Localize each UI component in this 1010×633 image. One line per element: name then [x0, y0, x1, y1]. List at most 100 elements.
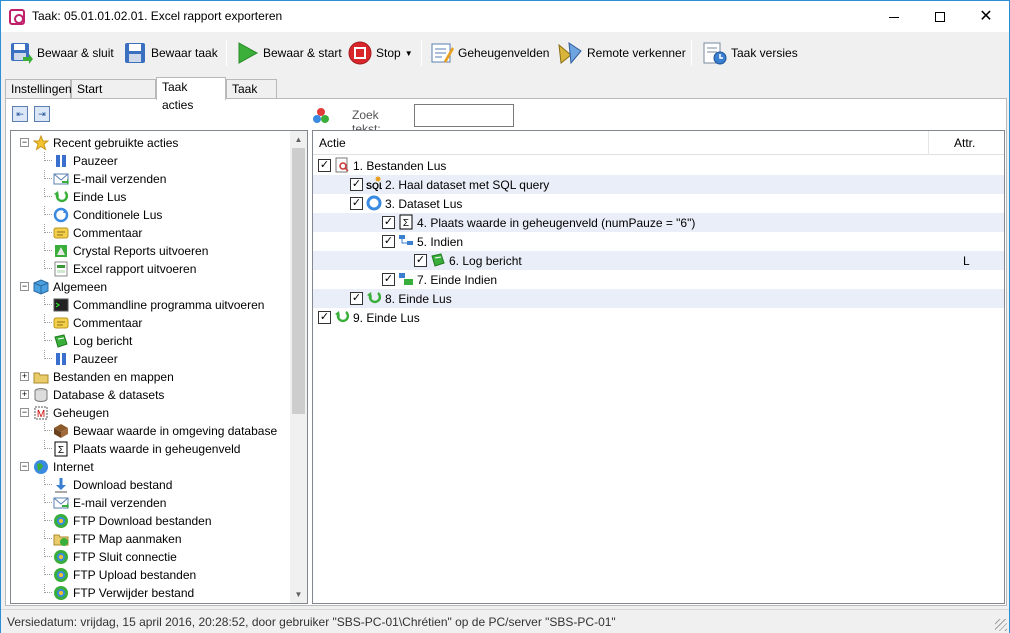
stop-button[interactable]: Stop ▼ — [348, 38, 413, 68]
tree-node[interactable]: Commentaar — [53, 224, 142, 242]
column-header-action[interactable]: Actie — [313, 131, 928, 155]
tree-node[interactable]: Database & datasets — [33, 386, 164, 404]
action-row[interactable]: ✓SQL2. Haal dataset met SQL query — [313, 175, 1004, 194]
action-label: 2. Haal dataset met SQL query — [385, 178, 550, 192]
scroll-thumb[interactable] — [292, 148, 305, 414]
save-task-label: Bewaar taak — [151, 46, 218, 60]
tree-node[interactable]: E-mail verzenden — [53, 494, 166, 512]
tree-node[interactable]: Pauzeer — [53, 350, 118, 368]
tree-node[interactable]: FTP Download bestanden — [53, 512, 212, 530]
memory-fields-button[interactable]: Geheugenvelden — [430, 38, 549, 68]
tree-connector — [44, 206, 52, 215]
collapse-all-button[interactable]: ⇤ — [12, 106, 28, 122]
action-row[interactable]: ✓ 1. Bestanden Lus — [313, 156, 1004, 175]
action-tree: Recent gebruikte acties − Pauzeer E-mail ve… — [10, 130, 308, 604]
maximize-button[interactable] — [917, 1, 963, 32]
tab-instellingen[interactable]: Instellingen — [5, 79, 72, 99]
save-start-button[interactable]: Bewaar & start — [235, 38, 342, 68]
tree-node[interactable]: Excel rapport uitvoeren — [53, 260, 196, 278]
dropdown-arrow-icon[interactable]: ▼ — [405, 49, 413, 58]
action-row[interactable]: ✓ 3. Dataset Lus — [313, 194, 1004, 213]
action-row[interactable]: ✓ 5. Indien — [313, 232, 1004, 251]
globe-icon — [33, 459, 49, 475]
resize-grip[interactable] — [995, 619, 1007, 631]
tree-node[interactable]: Einde Lus — [53, 188, 126, 206]
tree-node[interactable]: Crystal Reports uitvoeren — [53, 242, 208, 260]
svg-text:Σ: Σ — [403, 218, 409, 229]
expand-icon[interactable]: + — [20, 390, 29, 399]
tree-connector — [44, 296, 52, 305]
tree-node[interactable]: M Geheugen — [33, 404, 109, 422]
save-task-button[interactable]: Bewaar taak — [123, 38, 218, 68]
scroll-up-icon[interactable]: ▲ — [290, 131, 307, 148]
tree-node[interactable]: Conditionele Lus — [53, 206, 162, 224]
action-enabled-checkbox[interactable]: ✓ — [350, 178, 363, 191]
collapse-icon[interactable]: − — [20, 408, 29, 417]
svg-text:M: M — [37, 409, 45, 420]
loop-end-icon — [366, 290, 382, 306]
tree-node[interactable]: FTP Map aanmaken — [53, 530, 182, 548]
collapse-icon[interactable]: − — [20, 138, 29, 147]
tree-node[interactable]: Pauzeer — [53, 152, 118, 170]
tab-start-momenten[interactable]: Start momenten — [71, 79, 156, 114]
filter-icon[interactable] — [312, 107, 330, 125]
action-enabled-checkbox[interactable]: ✓ — [318, 159, 331, 172]
tree-node-label: Commentaar — [73, 316, 143, 330]
save-close-button[interactable]: Bewaar & sluit — [9, 38, 114, 68]
tree-node[interactable]: E-mail verzenden — [53, 170, 166, 188]
tree-node[interactable]: Commandline programma uitvoeren — [53, 296, 264, 314]
tree-node[interactable]: Bewaar waarde in omgeving database — [53, 422, 277, 440]
tab-taak-acties[interactable]: Taak acties — [156, 77, 226, 112]
column-header-attr[interactable]: Attr. — [948, 131, 1004, 155]
ftp-icon — [53, 549, 69, 565]
loop-end-icon — [334, 309, 350, 325]
action-row[interactable]: ✓ 7. Einde Indien — [313, 270, 1004, 289]
tree-scrollbar[interactable]: ▲ ▼ — [290, 131, 307, 603]
action-row[interactable]: ✓ Σ 4. Plaats waarde in geheugenveld (numP… — [313, 213, 1004, 232]
tree-node-label: Excel rapport uitvoeren — [73, 262, 197, 276]
action-row[interactable]: ✓ 6. Log bericht L — [313, 251, 1004, 270]
tree-node[interactable]: Log bericht — [53, 332, 132, 350]
loop-end-icon — [53, 189, 69, 205]
tree-node-label: Bestanden en mappen — [53, 370, 174, 384]
action-row[interactable]: ✓ 8. Einde Lus — [313, 289, 1004, 308]
action-enabled-checkbox[interactable]: ✓ — [414, 254, 427, 267]
tree-node[interactable]: Commentaar — [53, 314, 142, 332]
pause-icon — [53, 153, 69, 169]
app-icon — [9, 9, 25, 25]
tree-connector — [44, 566, 52, 575]
toolbar-separator — [691, 40, 692, 66]
tree-node[interactable]: FTP Verwijder bestand — [53, 584, 194, 602]
action-enabled-checkbox[interactable]: ✓ — [350, 292, 363, 305]
action-enabled-checkbox[interactable]: ✓ — [382, 216, 395, 229]
action-enabled-checkbox[interactable]: ✓ — [350, 197, 363, 210]
collapse-icon[interactable]: − — [20, 282, 29, 291]
tree-node[interactable]: Σ Plaats waarde in geheugenveld — [53, 440, 240, 458]
tree-node[interactable]: Internet — [33, 458, 94, 476]
email-icon — [53, 171, 69, 187]
tab-taak-log[interactable]: Taak log — [226, 79, 277, 114]
action-enabled-checkbox[interactable]: ✓ — [382, 235, 395, 248]
action-enabled-checkbox[interactable]: ✓ — [382, 273, 395, 286]
collapse-icon[interactable]: − — [20, 462, 29, 471]
tree-node[interactable]: Download bestand — [53, 476, 172, 494]
expand-icon[interactable]: + — [20, 372, 29, 381]
tree-connector — [44, 170, 52, 179]
tree-connector — [44, 548, 52, 557]
tree-node[interactable]: Bestanden en mappen — [33, 368, 174, 386]
stop-label: Stop — [376, 46, 401, 60]
tree-node[interactable]: FTP Upload bestanden — [53, 566, 196, 584]
action-row[interactable]: ✓ 9. Einde Lus — [313, 308, 1004, 327]
task-versions-button[interactable]: Taak versies — [701, 38, 798, 68]
scroll-down-icon[interactable]: ▼ — [290, 586, 307, 603]
close-button[interactable]: ✕ — [963, 1, 1009, 32]
action-enabled-checkbox[interactable]: ✓ — [318, 311, 331, 324]
expand-all-button[interactable]: ⇥ — [34, 106, 50, 122]
search-input[interactable] — [414, 104, 514, 127]
crystal-reports-icon — [53, 243, 69, 259]
tree-node[interactable]: Recent gebruikte acties — [32, 134, 178, 152]
minimize-button[interactable] — [871, 1, 917, 32]
tree-node[interactable]: Algemeen — [33, 278, 107, 296]
remote-explorer-button[interactable]: Remote verkenner — [557, 38, 686, 68]
tree-node[interactable]: FTP Sluit connectie — [53, 548, 177, 566]
